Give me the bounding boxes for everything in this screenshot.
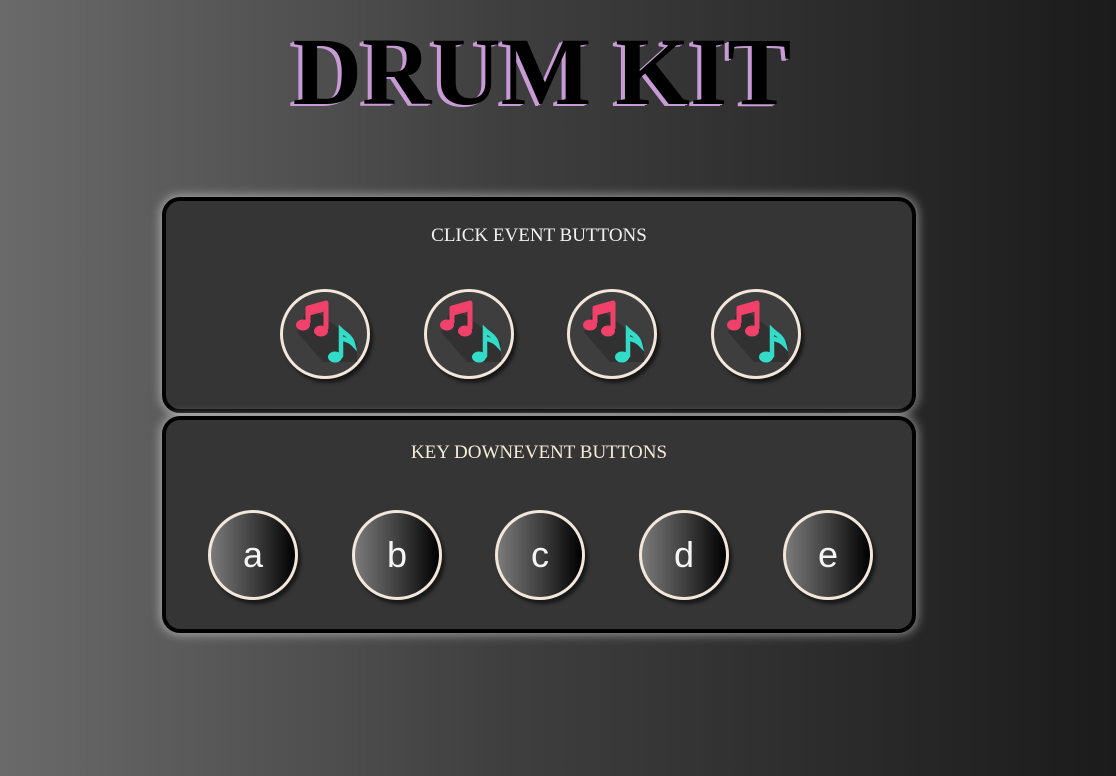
click-event-panel: CLICK EVENT BUTTONS bbox=[162, 197, 916, 413]
music-notes-icon bbox=[296, 300, 358, 363]
click-drum-button-2[interactable] bbox=[424, 289, 514, 379]
click-drum-button-4[interactable] bbox=[711, 289, 801, 379]
page-title: DRUM KIT bbox=[292, 18, 792, 125]
click-drum-button-3[interactable] bbox=[567, 289, 657, 379]
key-drum-button-b[interactable]: b bbox=[352, 510, 442, 600]
key-drum-button-d[interactable]: d bbox=[639, 510, 729, 600]
click-event-heading: CLICK EVENT BUTTONS bbox=[431, 225, 647, 246]
key-drum-button-c[interactable]: c bbox=[495, 510, 585, 600]
key-drum-button-e[interactable]: e bbox=[783, 510, 873, 600]
key-drum-button-a[interactable]: a bbox=[208, 510, 298, 600]
music-notes-icon bbox=[583, 300, 645, 363]
music-notes-icon bbox=[727, 300, 789, 363]
keydown-event-heading: KEY DOWNEVENT BUTTONS bbox=[410, 442, 668, 463]
keydown-event-panel: KEY DOWNEVENT BUTTONS a b c d e bbox=[162, 416, 916, 633]
click-drum-button-1[interactable] bbox=[280, 289, 370, 379]
music-notes-icon bbox=[440, 300, 502, 363]
